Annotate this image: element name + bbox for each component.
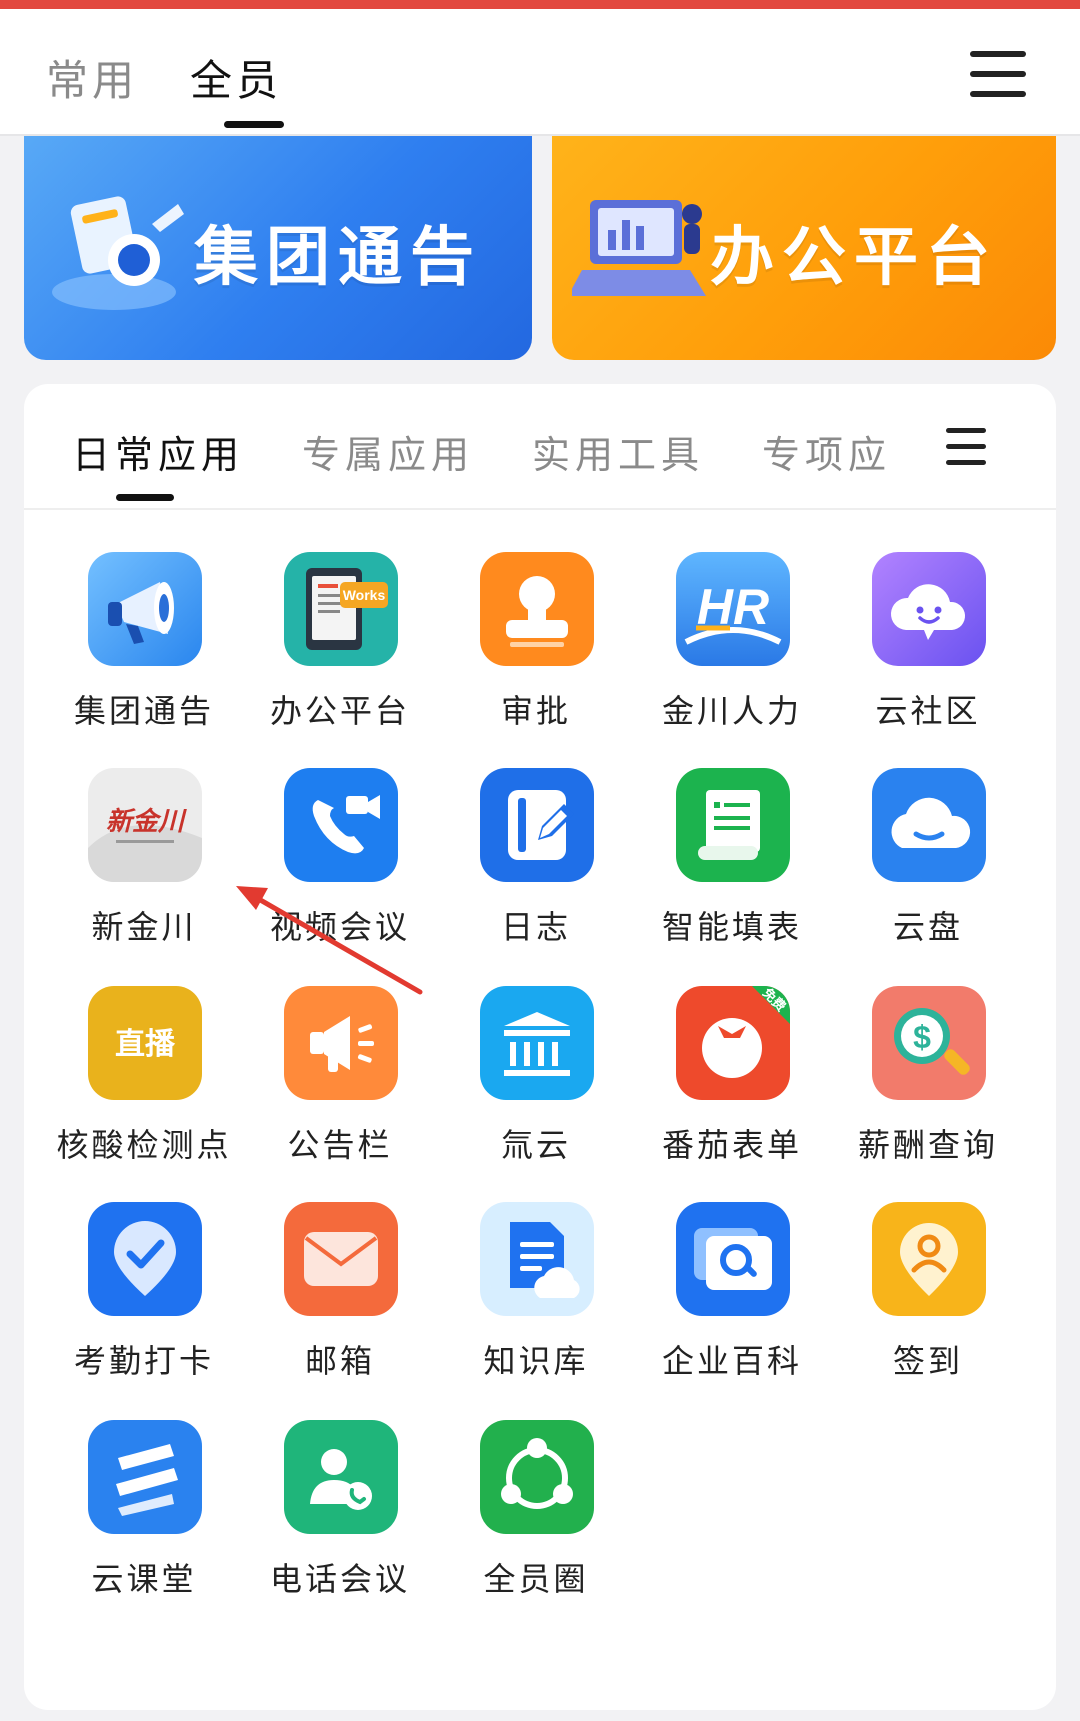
works-document-icon: Works — [284, 552, 398, 666]
app-item-salary-inquiry[interactable]: $ 薪酬查询 — [830, 986, 1026, 1186]
app-label: 签到 — [892, 1342, 963, 1380]
megaphone-icon — [88, 552, 202, 666]
app-label: 金川人力 — [661, 692, 802, 730]
app-label: 邮箱 — [304, 1342, 375, 1380]
app-item-sign-in[interactable]: 签到 — [830, 1202, 1026, 1402]
app-label: 全员圈 — [483, 1560, 589, 1598]
share-circle-icon — [480, 1420, 594, 1534]
svg-text:Works: Works — [343, 587, 386, 603]
announcement-horn-icon — [284, 986, 398, 1100]
tab-utility-tools[interactable]: 实用工具 — [532, 424, 704, 479]
cloud-class-icon — [88, 1420, 202, 1534]
search-chat-icon — [676, 1202, 790, 1316]
app-label: 办公平台 — [269, 692, 410, 730]
checkin-pin-icon — [88, 1202, 202, 1316]
app-label: 日志 — [500, 908, 571, 946]
laptop-banner-icon — [572, 200, 706, 296]
mail-icon — [284, 1202, 398, 1316]
app-item-group-notice[interactable]: 集团通告 — [46, 552, 242, 752]
app-label: 新金川 — [91, 908, 197, 946]
cloud-drive-icon — [872, 768, 986, 882]
app-item-knowledge-base[interactable]: 知识库 — [438, 1202, 634, 1402]
app-label: 审批 — [500, 692, 571, 730]
app-item-enterprise-wiki[interactable]: 企业百科 — [634, 1202, 830, 1402]
apps-card: 日常应用 专属应用 实用工具 专项应 集团通告 Works 办公平台 审批 HR… — [24, 384, 1056, 1710]
xinjinchuan-logo-icon: 新金川 — [88, 768, 202, 882]
stamp-icon — [480, 552, 594, 666]
active-tab-indicator — [116, 494, 174, 501]
app-label: 云课堂 — [91, 1560, 197, 1598]
app-label: 集团通告 — [73, 692, 214, 730]
notebook-pen-icon — [480, 768, 594, 882]
scroll-form-icon — [676, 768, 790, 882]
smile-cloud-icon — [872, 552, 986, 666]
app-item-cloud-drive[interactable]: 云盘 — [830, 768, 1026, 968]
hr-logo-icon: HR — [676, 552, 790, 666]
section-tabs: 日常应用 专属应用 实用工具 专项应 — [24, 384, 1056, 510]
banner-title: 办公平台 — [710, 221, 998, 295]
app-item-nucleic-test-site[interactable]: 直播 核酸检测点 — [46, 986, 242, 1186]
app-item-video-meeting[interactable]: 视频会议 — [242, 768, 438, 968]
app-label: 薪酬查询 — [857, 1126, 998, 1164]
active-tab-indicator — [224, 121, 284, 128]
app-item-attendance[interactable]: 考勤打卡 — [46, 1202, 242, 1402]
app-label: 电话会议 — [269, 1560, 410, 1598]
app-item-cloud-classroom[interactable]: 云课堂 — [46, 1420, 242, 1620]
app-item-bulletin-board[interactable]: 公告栏 — [242, 986, 438, 1186]
banner-office-platform[interactable]: 办公平台 — [552, 136, 1056, 360]
app-item-smart-form[interactable]: 智能填表 — [634, 768, 830, 968]
menu-icon[interactable] — [970, 49, 1028, 99]
app-item-journal[interactable]: 日志 — [438, 768, 634, 968]
app-label: 番茄表单 — [661, 1126, 802, 1164]
app-label: 知识库 — [483, 1342, 589, 1380]
video-call-icon — [284, 768, 398, 882]
megaphone-banner-icon — [52, 196, 184, 310]
app-label: 云社区 — [875, 692, 981, 730]
phone-contact-icon — [284, 1420, 398, 1534]
banner-title: 集团通告 — [194, 221, 482, 295]
app-item-tomato-form[interactable]: 免费 番茄表单 — [634, 986, 830, 1186]
building-cloud-icon — [480, 986, 594, 1100]
live-broadcast-icon: 直播 — [88, 986, 202, 1100]
app-label: 核酸检测点 — [56, 1126, 232, 1164]
app-label: 视频会议 — [269, 908, 410, 946]
app-label: 云盘 — [892, 908, 963, 946]
app-label: 考勤打卡 — [73, 1342, 214, 1380]
app-label: 智能填表 — [661, 908, 802, 946]
app-item-tritium-cloud[interactable]: 氚云 — [438, 986, 634, 1186]
app-item-cloud-community[interactable]: 云社区 — [830, 552, 1026, 752]
knowledge-doc-icon — [480, 1202, 594, 1316]
app-item-approval[interactable]: 审批 — [438, 552, 634, 752]
tab-all-staff[interactable]: 全员 — [190, 47, 282, 108]
svg-text:$: $ — [913, 1019, 931, 1055]
svg-text:直播: 直播 — [115, 1027, 176, 1062]
top-accent-line — [0, 0, 1080, 9]
tab-daily-apps[interactable]: 日常应用 — [72, 424, 244, 479]
person-pin-icon — [872, 1202, 986, 1316]
menu-icon[interactable] — [946, 426, 990, 466]
banner-group-notice[interactable]: 集团通告 — [24, 136, 532, 360]
app-item-mailbox[interactable]: 邮箱 — [242, 1202, 438, 1402]
app-label: 公告栏 — [287, 1126, 393, 1164]
header-bar: 常用 全员 — [0, 9, 1080, 136]
app-item-all-staff-circle[interactable]: 全员圈 — [438, 1420, 634, 1620]
svg-text:新金川: 新金川 — [106, 807, 187, 837]
app-item-jinchuan-hr[interactable]: HR 金川人力 — [634, 552, 830, 752]
salary-search-icon: $ — [872, 986, 986, 1100]
tab-common[interactable]: 常用 — [46, 47, 138, 108]
app-item-xin-jinchuan[interactable]: 新金川 新金川 — [46, 768, 242, 968]
tab-special-apps[interactable]: 专项应 — [762, 424, 891, 479]
tomato-icon: 免费 — [676, 986, 790, 1100]
tab-exclusive-apps[interactable]: 专属应用 — [302, 424, 474, 479]
app-item-phone-meeting[interactable]: 电话会议 — [242, 1420, 438, 1620]
app-label: 企业百科 — [661, 1342, 802, 1380]
app-label: 氚云 — [500, 1126, 571, 1164]
app-item-office-platform[interactable]: Works 办公平台 — [242, 552, 438, 752]
